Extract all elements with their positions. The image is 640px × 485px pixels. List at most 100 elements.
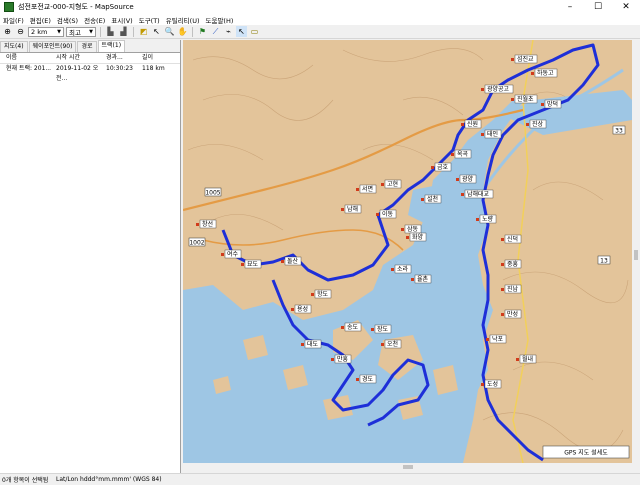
- waypoint-label: 설천: [427, 195, 438, 203]
- ruler-icon[interactable]: ▭: [249, 26, 260, 37]
- scale-select[interactable]: 2 km ▼: [28, 26, 64, 37]
- track-length: 118 km: [142, 65, 165, 72]
- track-name: 현재 트랙: 201...: [6, 65, 52, 72]
- menu-view[interactable]: 표시(V): [108, 15, 135, 25]
- menu-transfer[interactable]: 전송(E): [81, 15, 108, 25]
- zoom-out-icon[interactable]: ⊖: [15, 26, 26, 37]
- menu-tools[interactable]: 도구(T): [136, 15, 163, 25]
- waypoint-flag-icon: [526, 123, 529, 126]
- zoom-in-icon[interactable]: ⊕: [2, 26, 13, 37]
- title-bar: 섬전포전교-000-지형도 - MapSource – ☐ ✕: [0, 0, 640, 15]
- waypoint-flag-icon: [376, 213, 379, 216]
- receive-from-device-icon[interactable]: ▙: [105, 26, 116, 37]
- waypoint: 남해대교: [461, 189, 494, 199]
- tab-waypoints[interactable]: 웨이포인트(90): [28, 41, 77, 52]
- waypoint-flag-icon: [501, 263, 504, 266]
- tab-routes[interactable]: 경로: [77, 41, 97, 52]
- map-footer-label: GPS 지도 설세도: [564, 449, 608, 457]
- send-to-device-icon[interactable]: ▟: [118, 26, 129, 37]
- waypoint-label: 금호: [437, 164, 449, 171]
- column-header-elapsed[interactable]: 경과...: [106, 53, 142, 63]
- close-button[interactable]: ✕: [612, 0, 640, 14]
- waypoint-label: 소라: [397, 265, 409, 273]
- detail-select[interactable]: 최고 ▼: [66, 26, 96, 37]
- route-tool-icon[interactable]: ⟋: [210, 26, 221, 37]
- waypoint-label: 망덕: [547, 100, 558, 108]
- list-item[interactable]: 현재 트랙: 201... 2019-11-02 오전... 10:30:23 …: [0, 64, 180, 82]
- pointer-tool-icon[interactable]: ↖: [236, 26, 247, 37]
- vertical-scrollbar[interactable]: [632, 40, 640, 463]
- waypoint: 진월초: [511, 94, 538, 104]
- waypoint-flag-icon: [481, 133, 484, 136]
- column-header-length[interactable]: 길이: [142, 53, 172, 63]
- waypoint-tool-icon[interactable]: ⚑: [197, 26, 208, 37]
- waypoint-label: 묘도: [247, 261, 259, 268]
- hand-tool-icon[interactable]: ✋: [177, 26, 188, 37]
- scale-value: 2 km: [31, 27, 48, 36]
- waypoint-flag-icon: [291, 308, 294, 311]
- waypoint-flag-icon: [456, 178, 459, 181]
- coordinate-format: Lat/Lon hddd°mm.mmm' (WGS 84): [56, 476, 162, 483]
- column-header-start-time[interactable]: 시작 시간: [56, 53, 106, 63]
- chevron-down-icon: ▼: [89, 28, 93, 35]
- waypoint-flag-icon: [311, 293, 314, 296]
- menu-search[interactable]: 검색(S): [54, 15, 81, 25]
- waypoint-label: 신덕: [507, 235, 518, 243]
- waypoint-flag-icon: [406, 236, 409, 239]
- waypoint-flag-icon: [401, 228, 404, 231]
- waypoint-label: 대도: [307, 340, 319, 348]
- waypoint-flag-icon: [196, 223, 199, 226]
- road-shield-label: 1002: [189, 240, 204, 247]
- waypoint-flag-icon: [431, 166, 434, 169]
- waypoint: 섬진교: [511, 54, 538, 64]
- map-canvas[interactable]: 1005 1002 13 33 섬진교하동고광양공고진월초망덕신원태인 진상옥곡광…: [183, 40, 632, 463]
- waypoint-label: 남해대교: [467, 190, 490, 198]
- menu-help[interactable]: 도움말(H): [202, 15, 236, 25]
- measure-tool-icon[interactable]: ⌁: [223, 26, 234, 37]
- menu-bar: 파일(F) 편집(E) 검색(S) 전송(E) 표시(V) 도구(T) 유틸리티…: [0, 14, 640, 25]
- tab-tracks[interactable]: 트랙(1): [97, 40, 126, 52]
- toolbar-divider: [133, 26, 134, 37]
- scroll-thumb[interactable]: [403, 465, 413, 469]
- waypoint-flag-icon: [241, 263, 244, 266]
- waypoint-label: 신원: [467, 120, 478, 128]
- waypoint-label: 고현: [387, 180, 398, 188]
- maximize-button[interactable]: ☐: [584, 0, 612, 14]
- column-header-name[interactable]: 이름: [0, 53, 56, 63]
- waypoint-label: 창선: [202, 220, 213, 228]
- waypoint: 광양공고: [481, 84, 514, 94]
- waypoint-label: 송도: [347, 323, 359, 331]
- map-tool-icon[interactable]: ◩: [138, 26, 149, 37]
- waypoint-label: 진상: [532, 120, 544, 128]
- waypoint-label: 용성: [297, 305, 308, 313]
- waypoint-flag-icon: [301, 343, 304, 346]
- menu-file[interactable]: 파일(F): [0, 15, 27, 25]
- detail-value: 최고: [69, 28, 81, 37]
- waypoint-flag-icon: [341, 326, 344, 329]
- toolbar: ⊕ ⊖ 2 km ▼ 최고 ▼ ▙ ▟ ◩ ↖ 🔍 ✋ ⚑ ⟋ ⌁ ↖ ▭: [0, 25, 640, 39]
- waypoint-flag-icon: [541, 103, 544, 106]
- waypoint-flag-icon: [486, 338, 489, 341]
- select-tool-icon[interactable]: ↖: [151, 26, 162, 37]
- waypoint-flag-icon: [411, 278, 414, 281]
- zoom-tool-icon[interactable]: 🔍: [164, 26, 175, 37]
- menu-edit[interactable]: 편집(E): [27, 15, 54, 25]
- road-shield-label: 13: [600, 258, 608, 265]
- map-view[interactable]: 1005 1002 13 33 섬진교 하동고 광양공고 진월초 망덕 신원 태인 진상 옥곡 광…: [183, 40, 632, 463]
- horizontal-scrollbar[interactable]: [183, 463, 632, 471]
- waypoint-flag-icon: [221, 253, 224, 256]
- tab-maps[interactable]: 지도(4): [0, 41, 28, 52]
- waypoint-label: 경도: [362, 376, 374, 383]
- waypoint-flag-icon: [461, 123, 464, 126]
- waypoint-label: 만성: [507, 310, 518, 318]
- waypoint-flag-icon: [511, 98, 514, 101]
- minimize-button[interactable]: –: [556, 0, 584, 14]
- waypoint-label: 태인: [487, 130, 498, 138]
- road-shield-label: 1005: [205, 190, 220, 197]
- waypoint-label: 진남: [507, 285, 519, 293]
- scroll-thumb[interactable]: [634, 250, 638, 260]
- waypoint-flag-icon: [421, 198, 424, 201]
- waypoint-label: 율촌: [417, 275, 429, 283]
- menu-utilities[interactable]: 유틸리티(U): [163, 15, 203, 25]
- waypoint-flag-icon: [461, 193, 464, 196]
